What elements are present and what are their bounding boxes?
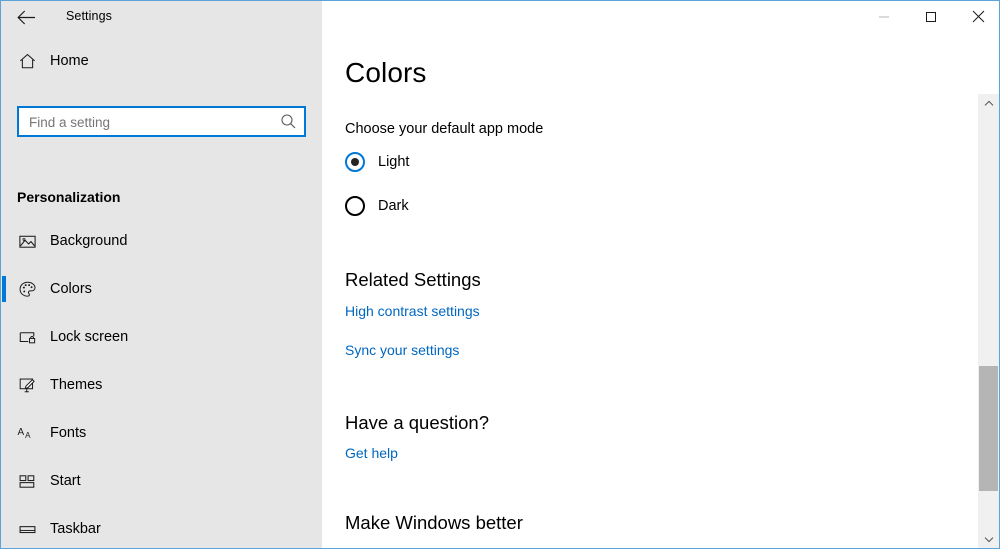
sidebar-item-label-taskbar: Taskbar <box>50 521 101 537</box>
sidebar-item-label-fonts: Fonts <box>50 425 87 441</box>
chevron-up-icon <box>984 100 994 107</box>
link-high-contrast-settings[interactable]: High contrast settings <box>345 303 480 319</box>
palette-icon <box>16 278 38 300</box>
close-button[interactable] <box>955 1 999 32</box>
scrollbar-down-button[interactable] <box>978 530 999 548</box>
chevron-down-icon <box>984 536 994 543</box>
home-icon <box>16 50 38 72</box>
paintbrush-icon <box>16 374 38 396</box>
radio-option-dark[interactable]: Dark <box>345 194 409 218</box>
page-title: Colors <box>345 57 427 88</box>
sidebar-item-label-start: Start <box>50 473 81 489</box>
sidebar-item-label-background: Background <box>50 233 128 249</box>
sidebar: Home Personalization Background <box>1 33 322 548</box>
sidebar-item-taskbar[interactable]: Taskbar <box>1 509 322 548</box>
minimize-button[interactable] <box>861 1 907 32</box>
search-box[interactable] <box>17 106 306 137</box>
sidebar-item-colors[interactable]: Colors <box>1 269 322 309</box>
title-bar: Settings <box>1 1 999 33</box>
link-get-help[interactable]: Get help <box>345 445 398 461</box>
fonts-icon: A A <box>16 422 38 444</box>
scrollbar-thumb[interactable] <box>979 366 998 491</box>
sidebar-item-fonts[interactable]: A A Fonts <box>1 413 322 453</box>
selection-indicator <box>2 276 6 302</box>
taskbar-icon <box>16 518 38 540</box>
make-windows-better-heading: Make Windows better <box>345 512 523 533</box>
search-icon[interactable] <box>280 113 297 130</box>
radio-option-light[interactable]: Light <box>345 150 409 174</box>
sidebar-item-themes[interactable]: Themes <box>1 365 322 405</box>
sidebar-item-label-lock-screen: Lock screen <box>50 329 129 345</box>
image-icon <box>16 230 38 252</box>
link-sync-your-settings[interactable]: Sync your settings <box>345 342 459 358</box>
have-a-question-heading: Have a question? <box>345 412 489 433</box>
related-settings-heading: Related Settings <box>345 269 481 290</box>
maximize-icon <box>925 11 937 23</box>
app-title: Settings <box>66 9 112 23</box>
lock-screen-icon <box>16 326 38 348</box>
sidebar-item-background[interactable]: Background <box>1 221 322 261</box>
radio-label-light: Light <box>378 154 410 170</box>
search-input[interactable] <box>27 108 276 137</box>
back-arrow-icon <box>16 10 36 25</box>
radio-label-dark: Dark <box>378 198 409 214</box>
sidebar-item-lock-screen[interactable]: Lock screen <box>1 317 322 357</box>
svg-text:A: A <box>25 430 31 439</box>
back-button[interactable] <box>9 2 43 32</box>
sidebar-item-label-colors: Colors <box>50 281 92 297</box>
content-pane: Colors Choose your default app mode Ligh… <box>322 33 978 548</box>
close-icon <box>972 10 985 23</box>
vertical-scrollbar[interactable] <box>978 94 999 548</box>
sidebar-item-label-themes: Themes <box>50 377 103 393</box>
start-tiles-icon <box>16 470 38 492</box>
minimize-icon <box>878 11 890 23</box>
sidebar-group-title: Personalization <box>17 189 121 205</box>
settings-window: Settings Home Find a setting Personaliza… <box>0 0 1000 549</box>
scrollbar-up-button[interactable] <box>978 94 999 112</box>
radio-button-light[interactable] <box>345 152 365 172</box>
maximize-button[interactable] <box>908 1 954 32</box>
title-bar-left-pane <box>1 1 322 33</box>
sidebar-item-start[interactable]: Start <box>1 461 322 501</box>
sidebar-item-home[interactable]: Home <box>1 41 322 81</box>
radio-button-dark[interactable] <box>345 196 365 216</box>
svg-text:A: A <box>17 426 24 437</box>
sidebar-item-label-home: Home <box>50 53 89 69</box>
app-mode-label: Choose your default app mode <box>345 121 544 137</box>
